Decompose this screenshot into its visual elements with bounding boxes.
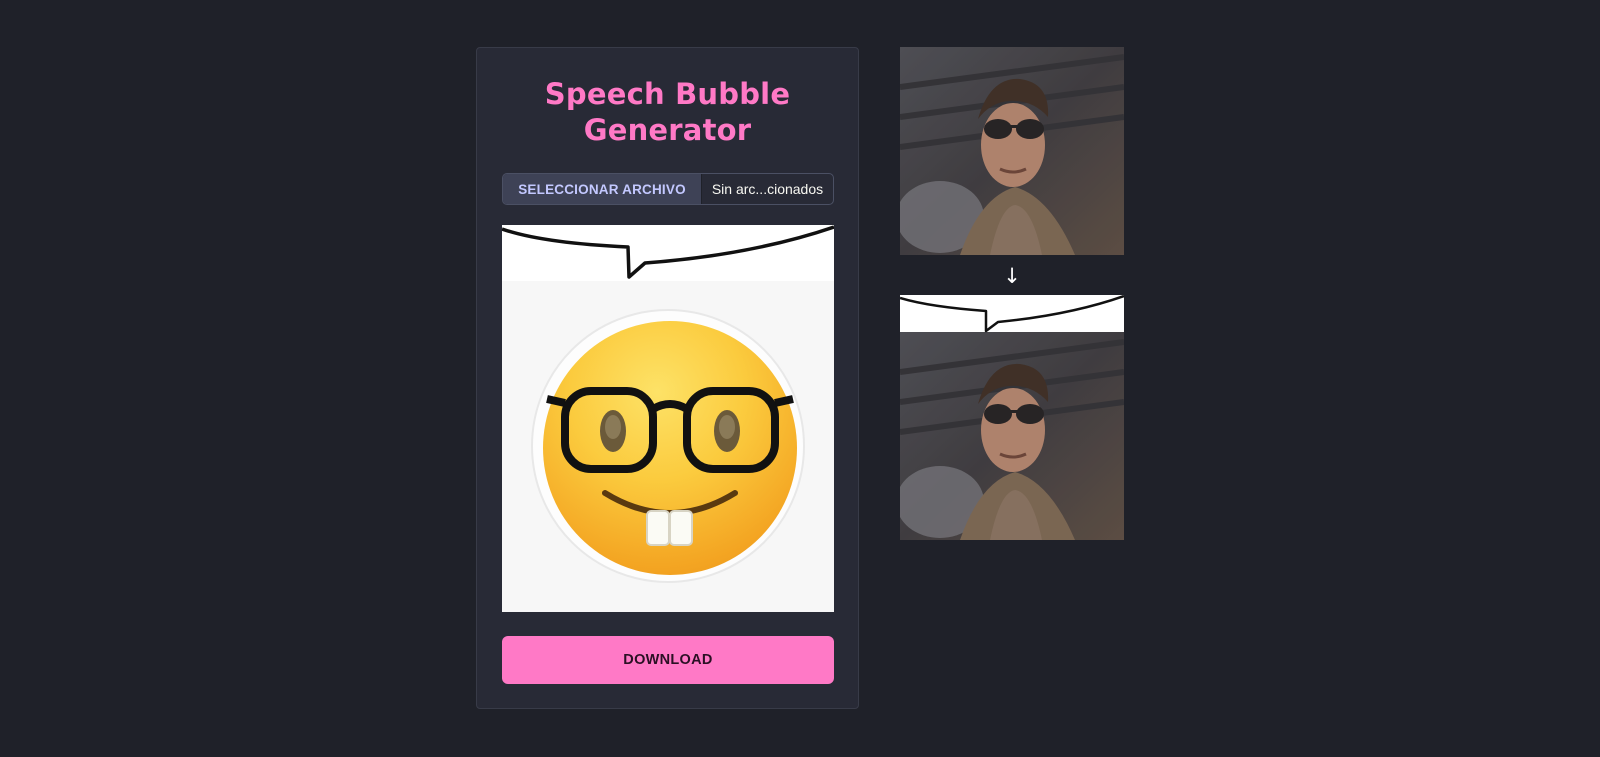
man-with-sunglasses-photo-icon <box>900 332 1124 540</box>
generator-panel: Speech Bubble Generator SELECCIONAR ARCH… <box>476 47 859 709</box>
file-input[interactable]: SELECCIONAR ARCHIVO Sin arc...cionados <box>502 173 834 205</box>
example-input-photo <box>900 47 1124 255</box>
page-title: Speech Bubble Generator <box>544 77 791 147</box>
download-button[interactable]: DOWNLOAD <box>502 636 834 684</box>
example-output-photo <box>900 295 1124 540</box>
speech-bubble-overlay <box>502 225 834 281</box>
nerd-face-emoji-icon <box>531 309 805 583</box>
arrow-down-icon: ↓ <box>1003 264 1021 288</box>
preview-canvas <box>502 225 834 612</box>
speech-bubble-overlay <box>900 295 1124 333</box>
select-file-button[interactable]: SELECCIONAR ARCHIVO <box>503 174 702 204</box>
man-with-sunglasses-photo-icon <box>900 47 1124 255</box>
file-name-label: Sin arc...cionados <box>711 181 824 197</box>
